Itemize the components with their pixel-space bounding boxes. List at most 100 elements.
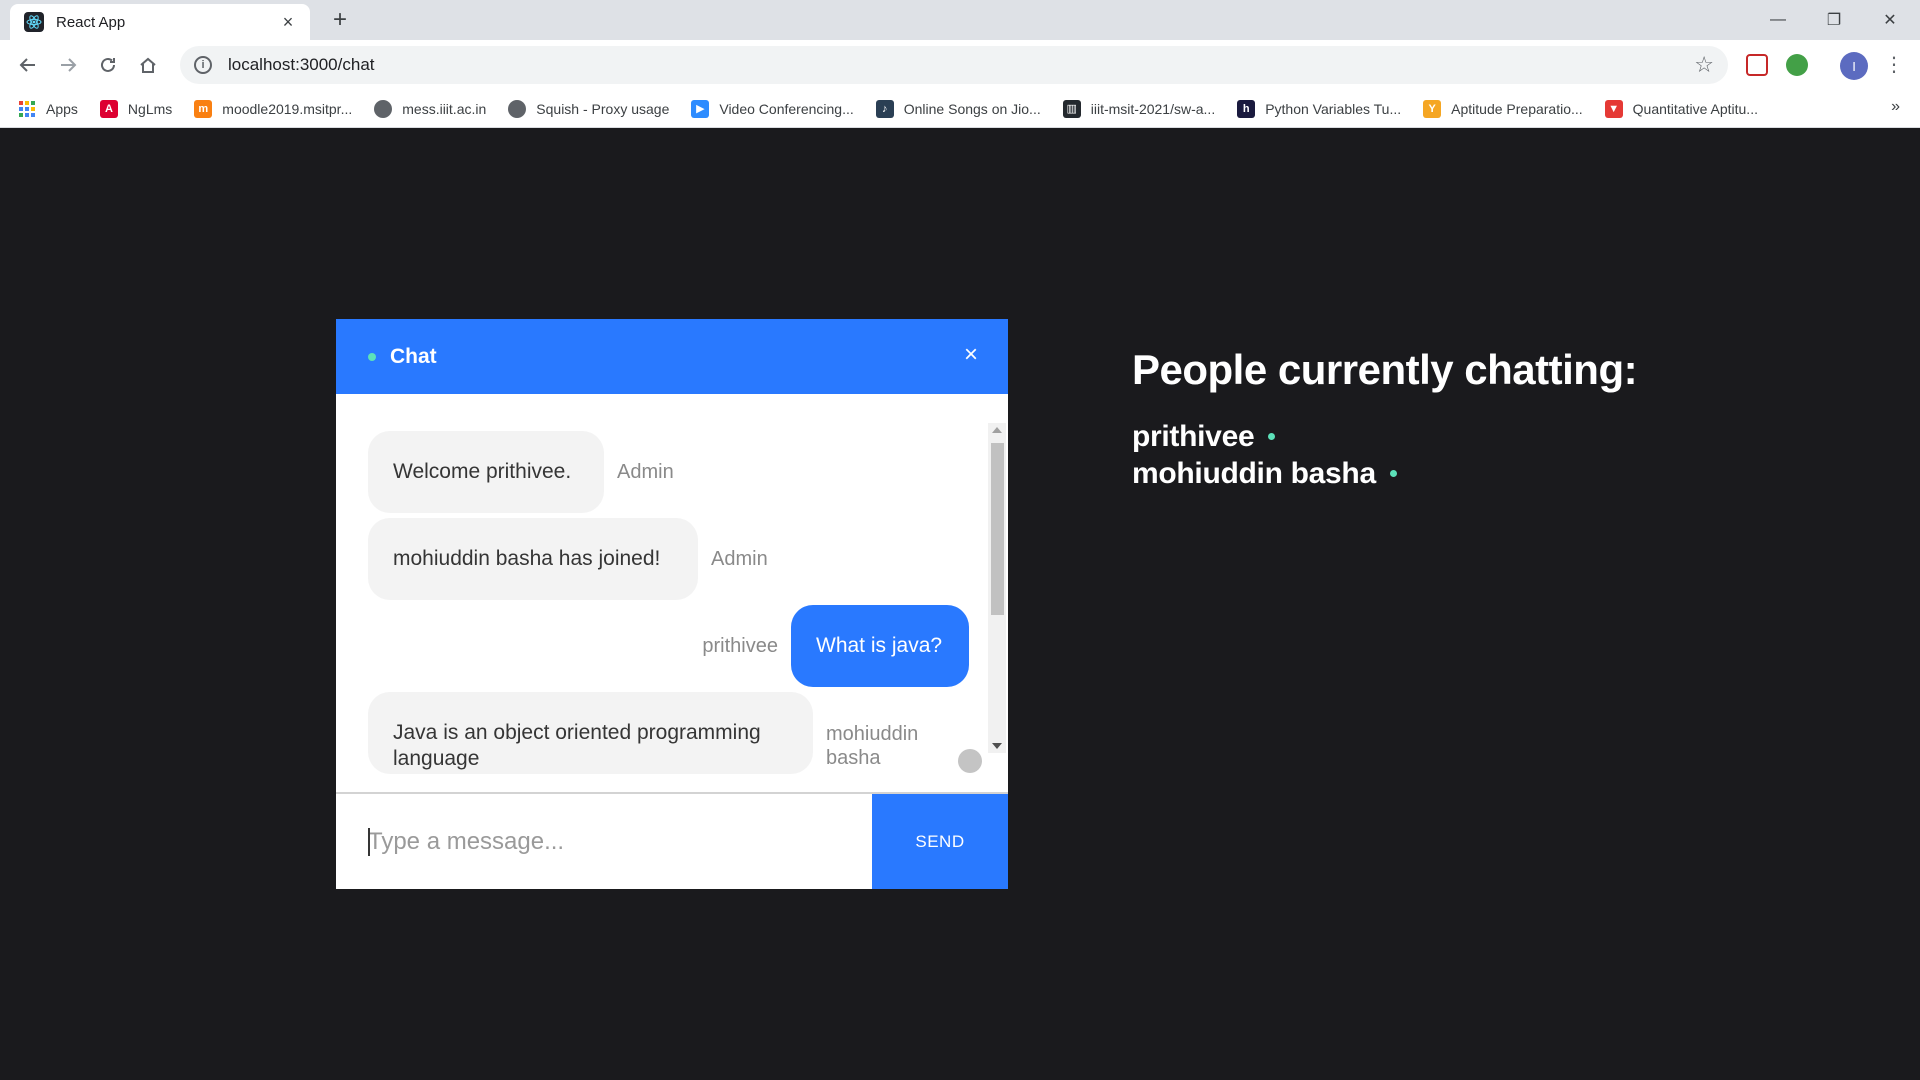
message-row: prithivee What is java? [684, 605, 969, 687]
bookmark-label: NgLms [127, 100, 173, 117]
bookmark-item[interactable]: A NgLms [99, 99, 173, 118]
bookmark-label: Aptitude Preparatio... [1451, 100, 1583, 117]
message-row: mohiuddin basha has joined! Admin [368, 518, 768, 600]
profile-avatar[interactable]: I [1840, 52, 1868, 80]
bookmark-item[interactable]: m moodle2019.msitpr... [194, 99, 353, 118]
bookmark-label: moodle2019.msitpr... [222, 100, 353, 117]
bookmark-item[interactable]: ♪ Online Songs on Jio... [875, 99, 1041, 118]
bookmarks-more-icon[interactable]: » [1891, 98, 1900, 116]
bookmark-item[interactable]: mess.iiit.ac.in [374, 99, 487, 118]
scroll-down-arrow-icon[interactable] [992, 743, 1002, 749]
bookmark-label: Video Conferencing... [719, 100, 854, 117]
close-window-button[interactable]: ✕ [1862, 0, 1918, 40]
close-chat-button[interactable]: × [964, 343, 978, 367]
message-scrollbar[interactable] [988, 423, 1006, 753]
bookmark-item[interactable]: Apps [18, 100, 78, 118]
bookmark-label: Squish - Proxy usage [536, 100, 670, 117]
moodle-icon: m [194, 99, 213, 118]
bookmarks-bar: Apps A NgLms m moodle2019.msitpr... mess… [0, 90, 1920, 128]
message-sender: Admin [617, 460, 674, 483]
person-name: mohiuddin basha [1132, 456, 1376, 490]
bookmark-label: Quantitative Aptitu... [1632, 100, 1758, 117]
message-text: mohiuddin basha has joined! [393, 547, 661, 570]
message-text: What is java? [816, 634, 943, 657]
people-title: People currently chatting: [1132, 346, 1638, 393]
bookmark-item[interactable]: Y Aptitude Preparatio... [1423, 99, 1583, 118]
reload-button[interactable] [92, 49, 124, 81]
back-button[interactable] [12, 49, 44, 81]
tab-title: React App [56, 13, 126, 31]
message-bubble: Welcome prithivee. [368, 431, 604, 513]
zoom-icon: ▶ [691, 99, 710, 118]
message-input[interactable] [336, 794, 872, 889]
message-composer: SEND [336, 792, 1008, 889]
star-icon[interactable]: ☆ [1694, 52, 1714, 78]
people-panel: People currently chatting: prithivee moh… [1132, 346, 1638, 492]
reload-icon [101, 57, 115, 72]
home-icon [140, 57, 156, 73]
bookmark-label: Python Variables Tu... [1265, 100, 1402, 117]
message-sender: prithivee [702, 634, 778, 657]
jiosaavn-icon: ♪ [875, 99, 894, 118]
bookmark-label: mess.iiit.ac.in [402, 100, 487, 117]
url-text[interactable]: localhost:3000/chat [228, 55, 375, 75]
person-name: prithivee [1132, 419, 1255, 453]
page-content: Chat × Welcome prithivee. Admin mohiuddi… [0, 128, 1920, 1080]
send-button[interactable]: SEND [872, 794, 1008, 889]
message-bubble: Java is an object oriented programming l… [368, 692, 813, 774]
person-item: mohiuddin basha [1132, 455, 1637, 492]
bookmark-item[interactable]: Squish - Proxy usage [508, 99, 670, 118]
bookmark-item[interactable]: ▼ Quantitative Aptitu... [1604, 99, 1758, 118]
message-row: Welcome prithivee. Admin [368, 431, 674, 513]
message-text: Java is an object oriented programming l… [393, 721, 761, 770]
online-indicator-icon [1389, 470, 1397, 477]
minimize-button[interactable]: — [1750, 0, 1806, 40]
people-list: prithivee mohiuddin basha [1132, 418, 1637, 492]
bookmark-item[interactable]: ▶ Video Conferencing... [691, 99, 854, 118]
arrow-right-icon [61, 58, 77, 72]
scroll-thumb[interactable] [991, 443, 1004, 615]
pocket-extension-icon[interactable] [1746, 54, 1768, 76]
globe-icon [374, 99, 393, 118]
message-row: Java is an object oriented programming l… [368, 692, 936, 774]
scroll-up-arrow-icon[interactable] [992, 427, 1002, 433]
bookmark-item[interactable]: h Python Variables Tu... [1237, 99, 1402, 118]
angular-icon: A [99, 99, 118, 118]
forward-button[interactable] [52, 49, 84, 81]
h-icon: h [1237, 99, 1256, 118]
new-tab-button[interactable]: + [326, 7, 354, 35]
apps-grid-icon [18, 100, 36, 118]
browser-tab[interactable]: React App × [10, 4, 310, 40]
message-bubble: mohiuddin basha has joined! [368, 518, 698, 600]
arrow-left-icon [19, 58, 35, 72]
menu-dots-icon[interactable]: ⋮ [1884, 50, 1904, 80]
bookmark-item[interactable]: ▥ iiit-msit-2021/sw-a... [1062, 99, 1215, 118]
text-caret [368, 828, 370, 856]
chat-window: Chat × Welcome prithivee. Admin mohiuddi… [336, 319, 1008, 889]
bookmark-label: Online Songs on Jio... [903, 100, 1041, 117]
quant-icon: ▼ [1604, 99, 1623, 118]
online-indicator-icon [1268, 433, 1276, 440]
status-dot [958, 749, 982, 773]
info-icon[interactable]: i [194, 56, 212, 74]
chat-header: Chat × [336, 319, 1008, 394]
tab-strip: React App × + — ❐ ✕ [0, 0, 1920, 40]
address-bar[interactable]: i localhost:3000/chat ☆ [180, 46, 1728, 84]
repo-icon: ▥ [1062, 99, 1081, 118]
message-sender: Admin [711, 547, 768, 570]
globe-icon [508, 99, 527, 118]
aptitude-icon: Y [1423, 99, 1442, 118]
home-button[interactable] [132, 49, 164, 81]
message-list[interactable]: Welcome prithivee. Admin mohiuddin basha… [336, 394, 1008, 787]
react-icon [24, 12, 44, 32]
person-item: prithivee [1132, 418, 1637, 455]
online-indicator-icon [368, 352, 376, 361]
message-sender: mohiuddin basha [826, 723, 919, 769]
browser-toolbar: i localhost:3000/chat ☆ I ⋮ [0, 40, 1920, 90]
extension-icon[interactable] [1786, 54, 1808, 76]
message-text: Welcome prithivee. [393, 460, 572, 483]
restore-button[interactable]: ❐ [1806, 0, 1862, 40]
chat-title: Chat [390, 344, 437, 368]
message-bubble: What is java? [791, 605, 969, 687]
tab-close-icon[interactable]: × [278, 12, 298, 33]
